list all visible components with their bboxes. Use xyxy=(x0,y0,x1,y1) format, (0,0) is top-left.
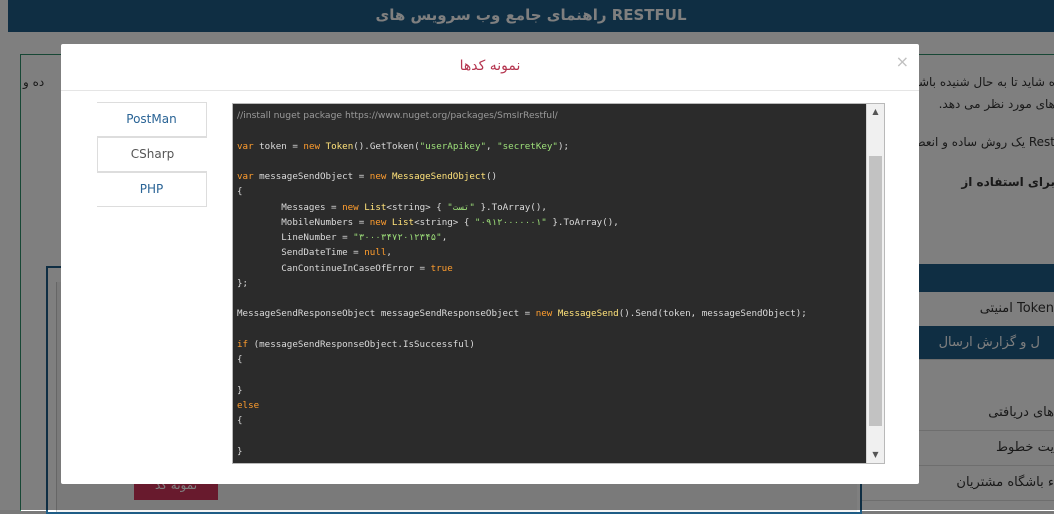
code-token-plain: ); xyxy=(557,140,570,152)
code-line: if (messageSendResponseObject.IsSuccessf… xyxy=(237,337,863,352)
language-tabs: PostMan CSharp PHP xyxy=(97,102,207,207)
code-line: MobileNumbers = new List<string> { "۰۹۱۲… xyxy=(237,215,863,230)
code-token-str: "secretKey" xyxy=(497,140,558,152)
code-token-kw: new xyxy=(369,216,387,228)
code-token-kw: new xyxy=(369,171,387,182)
code-line: } xyxy=(237,383,863,398)
code-line: SendDateTime = null, xyxy=(237,245,863,260)
code-token-plain: { xyxy=(237,415,243,426)
code-token-plain: () xyxy=(485,171,498,182)
code-token-kw: null xyxy=(364,247,387,259)
code-token-plain: <string> { xyxy=(414,216,475,228)
code-token-kw: var xyxy=(237,171,254,182)
code-token-plain: ().Send(token, messageSendObject); xyxy=(618,308,807,320)
code-token-type: List xyxy=(391,216,415,228)
tab-postman[interactable]: PostMan xyxy=(97,102,207,137)
code-token-str: "تست" xyxy=(447,201,475,213)
code-token-plain: }.ToArray(), xyxy=(546,216,619,228)
code-line: { xyxy=(237,413,863,428)
code-token-plain: }; xyxy=(237,277,249,289)
code-token-kw: var xyxy=(237,140,254,152)
code-token-plain: ().GetToken( xyxy=(353,140,420,152)
tab-csharp[interactable]: CSharp xyxy=(97,137,207,172)
code-token-plain: , xyxy=(441,232,448,243)
scroll-down-icon[interactable]: ▼ xyxy=(867,447,884,463)
code-token-plain: } xyxy=(237,384,243,396)
code-token-plain: { xyxy=(237,354,243,365)
code-line: //install nuget package https://www.nuge… xyxy=(237,108,863,123)
code-token-kw: new xyxy=(535,308,553,320)
modal-divider xyxy=(61,90,919,91)
code-token-type: Token xyxy=(325,140,354,152)
scroll-thumb[interactable] xyxy=(869,156,882,426)
code-token-plain: CanContinueInCaseOfError = xyxy=(237,262,431,274)
code-line: Messages = new List<string> { "تست" }.To… xyxy=(237,200,863,215)
code-token-plain: <string> { xyxy=(386,201,448,213)
code-line: MessageSendResponseObject messageSendRes… xyxy=(237,306,863,321)
code-token-kw: if xyxy=(237,338,249,350)
code-token-str: "۰۹۱۲۰۰۰۰۰۰۱" xyxy=(474,216,547,228)
code-block: //install nuget package https://www.nuge… xyxy=(237,108,863,459)
code-token-plain: MobileNumbers = xyxy=(237,216,370,228)
code-line: { xyxy=(237,184,863,199)
code-token-plain: MessageSendResponseObject messageSendRes… xyxy=(237,308,536,320)
close-icon[interactable]: × xyxy=(896,52,909,71)
code-line: var messageSendObject = new MessageSendO… xyxy=(237,169,863,184)
code-token-kw: else xyxy=(237,399,260,411)
code-token-type: List xyxy=(364,201,387,213)
code-token-str: "userApikey" xyxy=(419,140,487,152)
code-samples-modal: نمونه کدها × PostMan CSharp PHP //instal… xyxy=(61,44,919,484)
code-token-plain: , xyxy=(486,140,498,152)
code-token-plain: messageSendObject = xyxy=(253,171,370,182)
code-token-plain: token = xyxy=(253,140,304,152)
scroll-up-icon[interactable]: ▲ xyxy=(867,104,884,120)
code-token-comment: //install nuget package https://www.nuge… xyxy=(237,110,558,121)
code-token-plain: , xyxy=(386,247,392,259)
tab-php[interactable]: PHP xyxy=(97,172,207,207)
code-line: else xyxy=(237,398,863,413)
code-token-kw: true xyxy=(430,262,453,274)
code-token-kw: new xyxy=(342,201,359,213)
code-token-kw: new xyxy=(303,140,321,152)
code-viewer[interactable]: //install nuget package https://www.nuge… xyxy=(232,103,885,464)
code-token-plain: SendDateTime = xyxy=(237,247,365,259)
code-token-plain: { xyxy=(237,186,243,198)
code-token-type: MessageSendObject xyxy=(391,171,486,182)
code-token-plain: } xyxy=(237,445,243,457)
code-token-type: MessageSend xyxy=(557,308,619,320)
code-line: LineNumber = "۳۰۰۰۳۴۷۲۰۱۲۳۴۵", xyxy=(237,230,863,245)
code-line: var token = new Token().GetToken("userAp… xyxy=(237,139,863,154)
code-line: } xyxy=(237,444,863,459)
code-line: }; xyxy=(237,276,863,291)
code-token-plain: Messages = xyxy=(237,201,343,213)
code-line: CanContinueInCaseOfError = true xyxy=(237,261,863,276)
code-line: { xyxy=(237,352,863,367)
code-token-plain: }.ToArray(), xyxy=(474,201,547,213)
modal-title: نمونه کدها xyxy=(459,58,521,74)
code-token-plain: LineNumber = xyxy=(237,232,354,243)
code-token-plain: (messageSendResponseObject.IsSuccessful) xyxy=(248,338,475,350)
code-token-str: "۳۰۰۰۳۴۷۲۰۱۲۳۴۵" xyxy=(353,232,442,243)
code-scrollbar[interactable]: ▲ ▼ xyxy=(866,104,884,463)
